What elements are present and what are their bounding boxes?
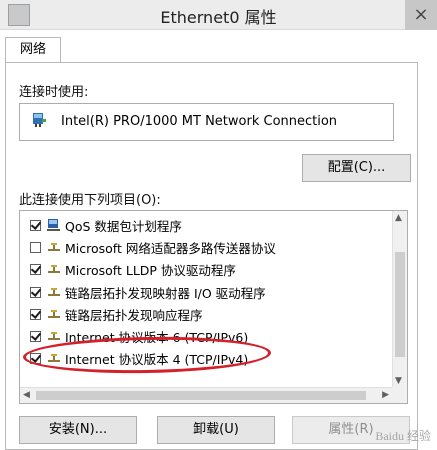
- items-label: 此连接使用下列项目(O):: [19, 193, 161, 208]
- item-label: 链路层拓扑发现映射器 I/O 驱动程序: [65, 285, 266, 301]
- title-bar: Ethernet0 属性 ×: [0, 0, 437, 30]
- item-label: Microsoft LLDP 协议驱动程序: [65, 262, 236, 278]
- connect-using-label: 连接时使用:: [19, 85, 89, 100]
- checkbox[interactable]: [30, 286, 41, 298]
- list-item[interactable]: Microsoft 网络适配器多路传送器协议: [20, 236, 390, 258]
- item-label: QoS 数据包计划程序: [65, 218, 182, 234]
- protocol-icon: [48, 265, 60, 273]
- horizontal-scrollbar[interactable]: ◀ ▶: [20, 387, 392, 403]
- components-list[interactable]: QoS 数据包计划程序 Microsoft 网络适配器多路传送器协议 Micro…: [19, 210, 408, 404]
- adapter-name: Intel(R) PRO/1000 MT Network Connection: [61, 114, 338, 129]
- network-card-icon: [33, 113, 46, 127]
- scroll-down-icon[interactable]: ▼: [395, 376, 402, 386]
- item-label: Microsoft 网络适配器多路传送器协议: [65, 240, 276, 256]
- list-item[interactable]: QoS 数据包计划程序: [20, 214, 390, 236]
- scroll-up-icon[interactable]: ▲: [395, 213, 402, 223]
- qos-scheduler-icon: [47, 219, 60, 231]
- item-label: 链路层拓扑发现响应程序: [65, 307, 203, 323]
- protocol-icon: [48, 310, 60, 318]
- list-item[interactable]: 链路层拓扑发现映射器 I/O 驱动程序: [20, 281, 390, 303]
- vertical-scrollbar[interactable]: ▲ ▼: [392, 211, 407, 388]
- protocol-icon: [48, 332, 60, 340]
- checkbox[interactable]: [30, 241, 41, 253]
- checkbox[interactable]: [30, 263, 41, 275]
- uninstall-button[interactable]: 卸载(U): [157, 416, 275, 444]
- checkbox[interactable]: [30, 330, 41, 342]
- window-title: Ethernet0 属性: [160, 8, 277, 27]
- scroll-left-icon[interactable]: ◀: [23, 390, 30, 400]
- scroll-corner: [392, 387, 407, 403]
- list-item[interactable]: Microsoft LLDP 协议驱动程序: [20, 258, 390, 280]
- configure-button[interactable]: 配置(C)...: [302, 154, 411, 182]
- close-button[interactable]: ×: [405, 0, 437, 30]
- checkbox[interactable]: [30, 219, 41, 231]
- scroll-thumb[interactable]: [395, 252, 405, 357]
- scroll-right-icon[interactable]: ▶: [382, 390, 389, 400]
- protocol-icon: [48, 288, 60, 296]
- tab-network[interactable]: 网络: [5, 37, 61, 63]
- list-item[interactable]: 链路层拓扑发现响应程序: [20, 303, 390, 325]
- checkbox[interactable]: [30, 308, 41, 320]
- watermark: Baidu 经验: [375, 429, 431, 443]
- adapter-field: Intel(R) PRO/1000 MT Network Connection: [19, 103, 394, 141]
- protocol-icon: [48, 243, 60, 251]
- scroll-thumb[interactable]: [36, 391, 366, 400]
- install-button[interactable]: 安装(N)...: [19, 416, 137, 444]
